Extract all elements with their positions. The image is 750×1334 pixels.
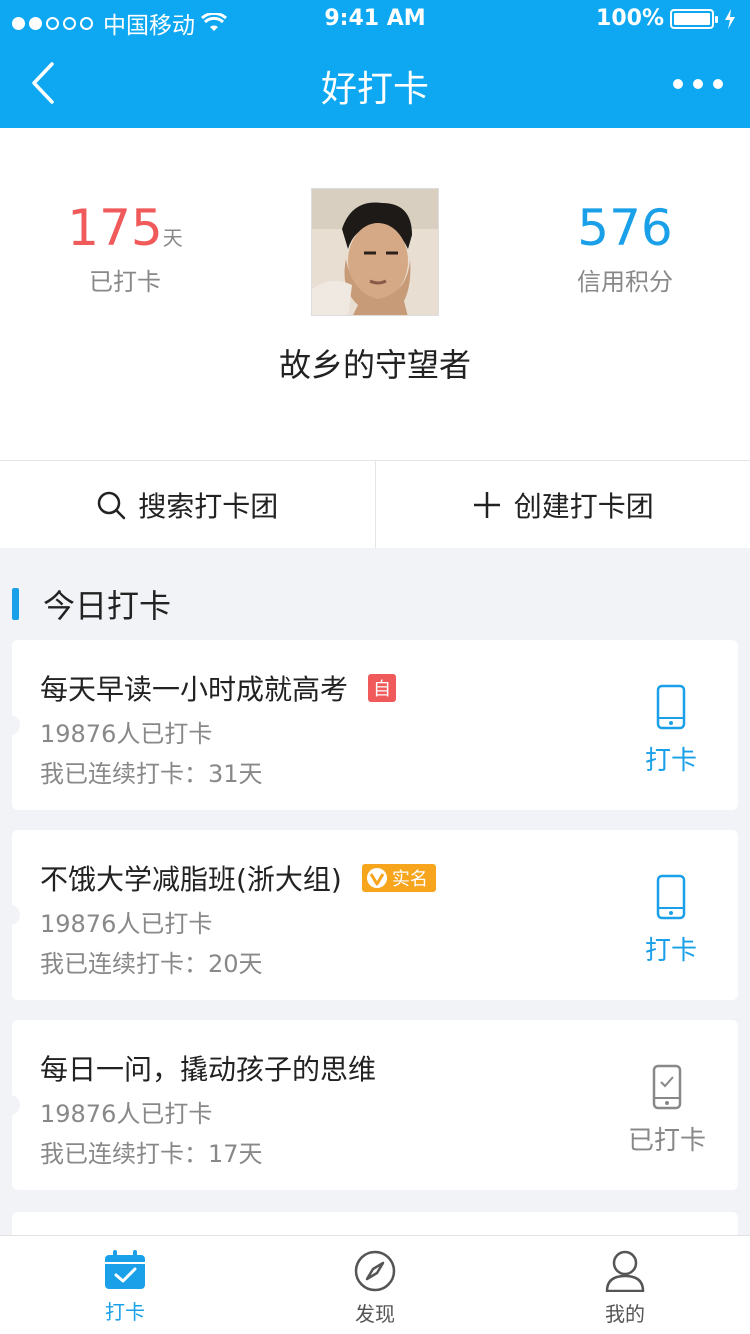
checkin-button-label: 打卡 — [644, 746, 697, 776]
battery-icon — [670, 8, 718, 29]
checkin-days-value: 175 — [67, 199, 163, 257]
checkin-days-unit: 天 — [162, 226, 183, 250]
search-group-label: 搜索打卡团 — [138, 489, 279, 523]
phone-icon — [656, 874, 686, 920]
create-group-label: 创建打卡团 — [513, 489, 654, 523]
create-group-button[interactable]: 创建打卡团 — [374, 461, 750, 548]
more-dot-icon — [713, 79, 723, 89]
tab-profile-label: 我的 — [605, 1302, 645, 1326]
group-title-row: 每日一问，撬动孩子的思维 — [40, 1048, 376, 1088]
tab-bar: 打卡 发现 我的 — [0, 1235, 750, 1334]
group-members-count: 19876人已打卡 — [40, 720, 213, 748]
checkin-button-label: 打卡 — [644, 936, 697, 966]
group-card[interactable]: 每日一问，撬动孩子的思维 19876人已打卡 我已连续打卡：17天 已打卡 — [6, 1020, 738, 1190]
user-icon — [605, 1250, 645, 1292]
nav-bar: 好打卡 — [0, 40, 750, 128]
credit-stat[interactable]: 576 信用积分 — [500, 198, 750, 297]
tab-checkin[interactable]: 打卡 — [0, 1236, 250, 1334]
credit-value: 576 — [577, 199, 673, 257]
group-card[interactable]: 每天早读一小时成就高考 自 19876人已打卡 我已连续打卡：31天 打卡 — [6, 640, 738, 810]
more-dot-icon — [693, 79, 703, 89]
profile-panel: 175天 已打卡 576 信用积分 故乡的守望者 — [0, 128, 750, 460]
tab-checkin-label: 打卡 — [105, 1300, 145, 1324]
checkin-days-stat[interactable]: 175天 已打卡 — [0, 198, 250, 297]
section-title: 今日打卡 — [43, 587, 172, 625]
self-tag-badge: 自 — [368, 674, 397, 702]
verified-tag-badge: 实名 — [361, 864, 436, 892]
group-streak: 我已连续打卡：17天 — [40, 1140, 263, 1168]
phone-icon — [656, 684, 686, 730]
search-group-button[interactable]: 搜索打卡团 — [0, 461, 375, 548]
group-title: 每天早读一小时成就高考 — [40, 673, 349, 706]
page-title: 好打卡 — [320, 69, 429, 110]
charging-icon — [725, 8, 735, 29]
action-row: 搜索打卡团 创建打卡团 — [0, 460, 750, 548]
group-card[interactable]: 不饿大学减脂班(浙大组) 实名 19876人已打卡 我已连续打卡：20天 打卡 — [6, 830, 738, 1000]
status-right: 100% — [596, 6, 736, 31]
group-members-count: 19876人已打卡 — [40, 910, 213, 938]
group-title-row: 不饿大学减脂班(浙大组) 实名 — [40, 858, 436, 898]
group-title: 不饿大学减脂班(浙大组) — [40, 863, 342, 896]
section-accent-bar — [12, 588, 19, 620]
tab-discover-label: 发现 — [355, 1302, 395, 1326]
more-button[interactable] — [666, 66, 730, 102]
credit-label: 信用积分 — [577, 268, 673, 296]
checked-in-status: 已打卡 — [624, 1064, 710, 1157]
tab-discover[interactable]: 发现 — [250, 1236, 500, 1334]
group-title-row: 每天早读一小时成就高考 自 — [40, 668, 397, 708]
avatar[interactable] — [311, 188, 439, 316]
phone-check-icon — [652, 1064, 682, 1110]
search-icon — [97, 491, 126, 519]
checkin-days-label: 已打卡 — [89, 268, 161, 296]
compass-icon — [354, 1250, 396, 1292]
section-header: 今日打卡 — [12, 584, 172, 625]
group-streak: 我已连续打卡：31天 — [40, 760, 263, 788]
battery-percent: 100% — [596, 6, 664, 31]
group-members-count: 19876人已打卡 — [40, 1100, 213, 1128]
calendar-check-icon — [105, 1250, 145, 1289]
verified-tag-label: 实名 — [391, 869, 428, 890]
verified-v-icon — [366, 868, 387, 888]
group-streak: 我已连续打卡：20天 — [40, 950, 263, 978]
status-bar: 中国移动 9:41 AM 100% — [0, 0, 750, 40]
top-bar: 中国移动 9:41 AM 100% 好打卡 — [0, 0, 750, 128]
checkin-button[interactable]: 打卡 — [628, 684, 714, 777]
checkin-button[interactable]: 打卡 — [628, 874, 714, 967]
group-title: 每日一问，撬动孩子的思维 — [40, 1053, 377, 1086]
more-dot-icon — [673, 79, 683, 89]
plus-icon — [473, 491, 500, 518]
tab-profile[interactable]: 我的 — [500, 1236, 750, 1334]
nickname: 故乡的守望者 — [278, 346, 471, 384]
checked-in-label: 已打卡 — [627, 1126, 706, 1156]
user-photo-icon — [312, 189, 438, 315]
